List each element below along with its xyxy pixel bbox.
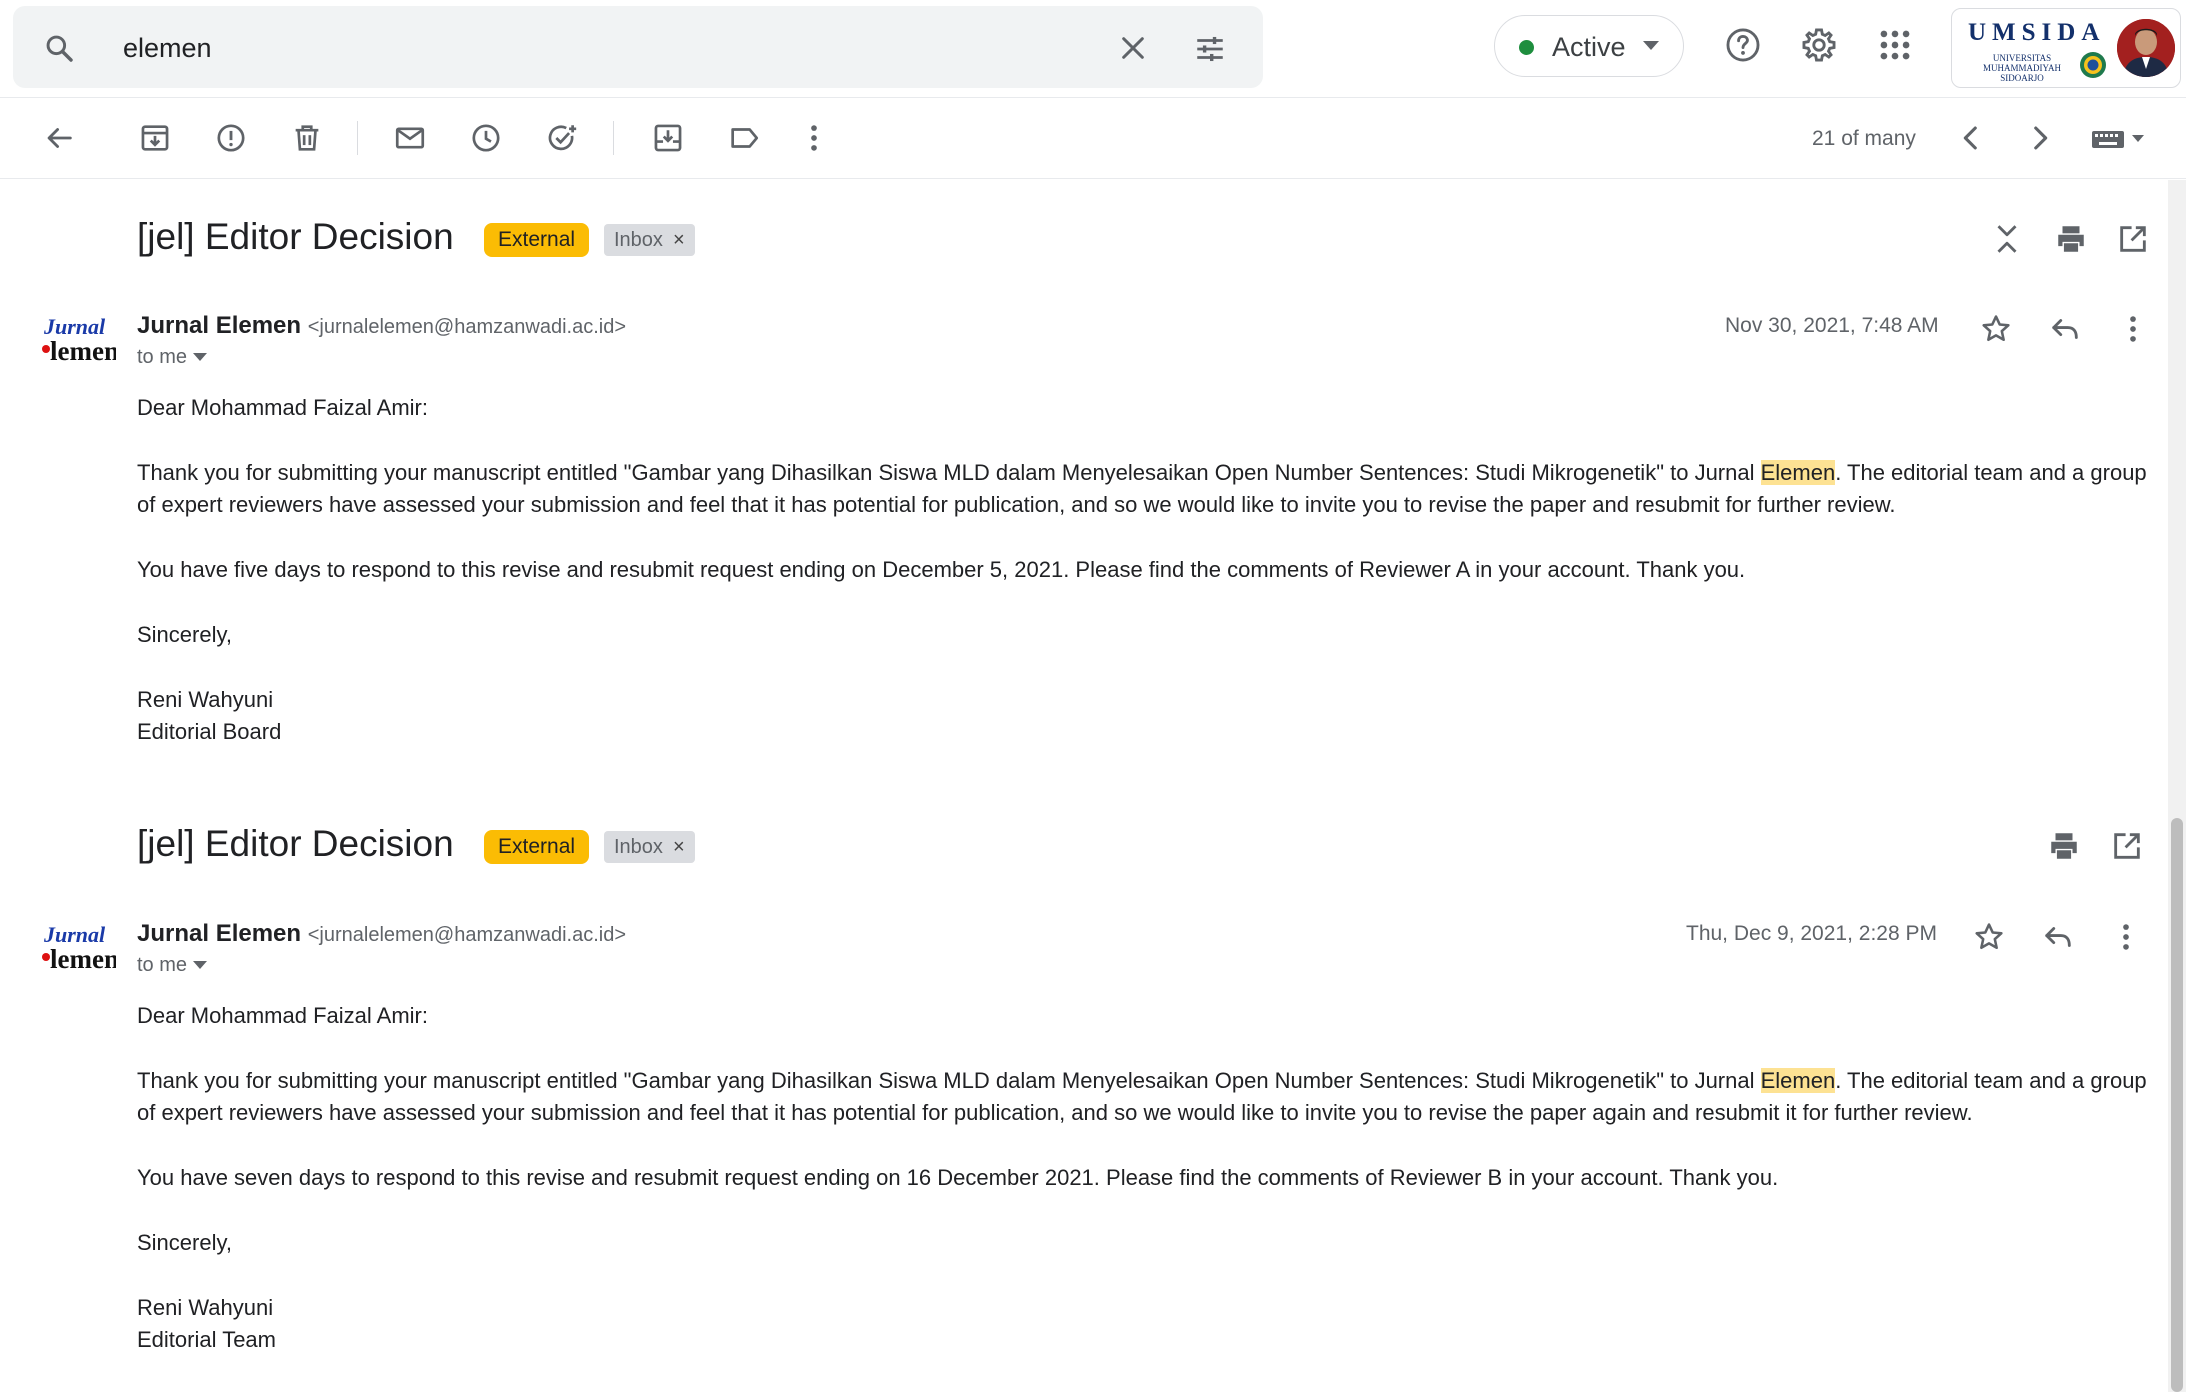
trash-icon[interactable]: [290, 121, 324, 155]
print-icon[interactable]: [2047, 829, 2081, 863]
star-icon[interactable]: [1972, 920, 2006, 954]
body-paragraph: Thank you for submitting your manuscript…: [137, 460, 2147, 517]
keyboard-icon[interactable]: [2090, 121, 2150, 155]
message-date: Nov 30, 2021, 7:48 AM: [1725, 314, 1939, 337]
external-badge: External: [484, 830, 590, 864]
move-to-icon[interactable]: [651, 121, 685, 155]
account-brand-sub: UNIVERSITAS MUHAMMADIYAH SIDOARJO: [1982, 53, 2061, 83]
inbox-label: Inbox: [614, 229, 663, 251]
more-vert-icon[interactable]: [797, 121, 831, 155]
subject-heading: [jel] Editor Decision: [137, 823, 454, 864]
recipient-label: to me: [137, 954, 188, 976]
sender[interactable]: Jurnal Elemen <jurnalelemen@hamzanwadi.a…: [137, 920, 626, 948]
reply-icon[interactable]: [2048, 312, 2082, 346]
sender-email: <jurnalelemen@hamzanwadi.ac.id>: [307, 924, 626, 946]
open-in-new-icon[interactable]: [2116, 222, 2150, 256]
tune-icon[interactable]: [1193, 32, 1225, 64]
arrow-back-icon[interactable]: [42, 121, 76, 155]
star-icon[interactable]: [1979, 312, 2013, 346]
sender-logo: Jurnal lemen: [40, 920, 116, 980]
search-highlight: Elemen: [1760, 1068, 1836, 1093]
sender-email: <jurnalelemen@hamzanwadi.ac.id>: [307, 316, 626, 338]
subject-heading: [jel] Editor Decision: [137, 216, 454, 257]
message-date: Thu, Dec 9, 2021, 2:28 PM: [1686, 922, 1937, 945]
top-header: Active UMSIDA UNIVERSITAS MUHAMMADIYAH S…: [0, 0, 2186, 98]
add-task-icon[interactable]: [545, 121, 579, 155]
message-toolbar: 21 of many: [0, 99, 2186, 179]
sender-name: Jurnal Elemen: [137, 920, 302, 947]
body-paragraph: You have seven days to respond to this r…: [137, 1165, 1779, 1190]
greeting: Dear Mohammad Faizal Amir:: [137, 395, 428, 420]
closing: Sincerely,: [137, 622, 232, 647]
signer-role: Editorial Team: [137, 1327, 276, 1352]
message-1-body: Dear Mohammad Faizal Amir: Thank you for…: [137, 392, 2157, 748]
body-paragraph: Thank you for submitting your manuscript…: [137, 1068, 2147, 1125]
print-icon[interactable]: [2054, 222, 2088, 256]
status-selector[interactable]: Active: [1494, 15, 1684, 77]
clock-icon[interactable]: [469, 121, 503, 155]
apps-grid-icon[interactable]: [1876, 26, 1914, 64]
body-paragraph: You have five days to respond to this re…: [137, 557, 1746, 582]
remove-label-icon[interactable]: ×: [673, 229, 685, 251]
chevron-right-icon[interactable]: [2023, 121, 2057, 155]
status-label: Active: [1552, 32, 1626, 62]
search-bar[interactable]: [13, 6, 1263, 88]
message-2-header: Jurnal lemen Jurnal Elemen <jurnalelemen…: [0, 920, 2186, 990]
signer-name: Reni Wahyuni: [137, 687, 274, 712]
scrollbar-thumb[interactable]: [2171, 818, 2183, 1392]
more-vert-icon[interactable]: [2109, 920, 2143, 954]
external-badge: External: [484, 223, 590, 257]
search-icon[interactable]: [43, 32, 75, 64]
toolbar-divider: [613, 121, 614, 155]
avatar[interactable]: [2117, 19, 2175, 77]
archive-icon[interactable]: [138, 121, 172, 155]
report-spam-icon[interactable]: [214, 121, 248, 155]
caret-down-icon: [193, 353, 208, 362]
toolbar-divider: [357, 121, 358, 155]
account-switcher[interactable]: UMSIDA UNIVERSITAS MUHAMMADIYAH SIDOARJO: [1951, 8, 2181, 88]
greeting: Dear Mohammad Faizal Amir:: [137, 1003, 428, 1028]
message-1-header: Jurnal lemen Jurnal Elemen <jurnalelemen…: [0, 312, 2186, 382]
message-2-body: Dear Mohammad Faizal Amir: Thank you for…: [137, 1000, 2157, 1356]
university-seal-icon: [2079, 51, 2107, 79]
recipient-toggle[interactable]: to me: [137, 954, 208, 977]
inbox-label: Inbox: [614, 836, 663, 858]
chevron-left-icon[interactable]: [1954, 121, 1988, 155]
sender-name: Jurnal Elemen: [137, 312, 302, 339]
recipient-label: to me: [137, 346, 188, 368]
pagination-count: 21 of many: [1812, 127, 1916, 150]
help-icon[interactable]: [1724, 26, 1762, 64]
reply-icon[interactable]: [2041, 920, 2075, 954]
closing: Sincerely,: [137, 1230, 232, 1255]
sender-logo-line2: lemen: [50, 336, 116, 366]
signer-name: Reni Wahyuni: [137, 1295, 274, 1320]
close-icon[interactable]: [1117, 32, 1149, 64]
caret-down-icon: [1643, 41, 1659, 51]
account-brand: UMSIDA: [1968, 19, 2106, 46]
open-in-new-icon[interactable]: [2110, 829, 2144, 863]
status-dot: [1519, 40, 1534, 55]
sender[interactable]: Jurnal Elemen <jurnalelemen@hamzanwadi.a…: [137, 312, 626, 340]
recipient-toggle[interactable]: to me: [137, 346, 208, 369]
mail-icon[interactable]: [393, 121, 427, 155]
inbox-label-chip: Inbox ×: [604, 831, 695, 863]
inbox-label-chip: Inbox ×: [604, 224, 695, 256]
signer-role: Editorial Board: [137, 719, 282, 744]
search-highlight: Elemen: [1760, 460, 1836, 485]
remove-label-icon[interactable]: ×: [673, 836, 685, 858]
search-input[interactable]: [123, 30, 1023, 66]
sender-logo-line2: lemen: [50, 944, 116, 974]
gear-icon[interactable]: [1800, 26, 1838, 64]
message-1-subject-row: [jel] Editor Decision External Inbox ×: [0, 210, 2186, 270]
collapse-all-icon[interactable]: [1990, 222, 2024, 256]
caret-down-icon: [193, 961, 208, 970]
label-icon[interactable]: [727, 121, 761, 155]
sender-logo: Jurnal lemen: [40, 312, 116, 372]
message-2-subject-row: [jel] Editor Decision External Inbox ×: [0, 817, 2186, 877]
more-vert-icon[interactable]: [2116, 312, 2150, 346]
